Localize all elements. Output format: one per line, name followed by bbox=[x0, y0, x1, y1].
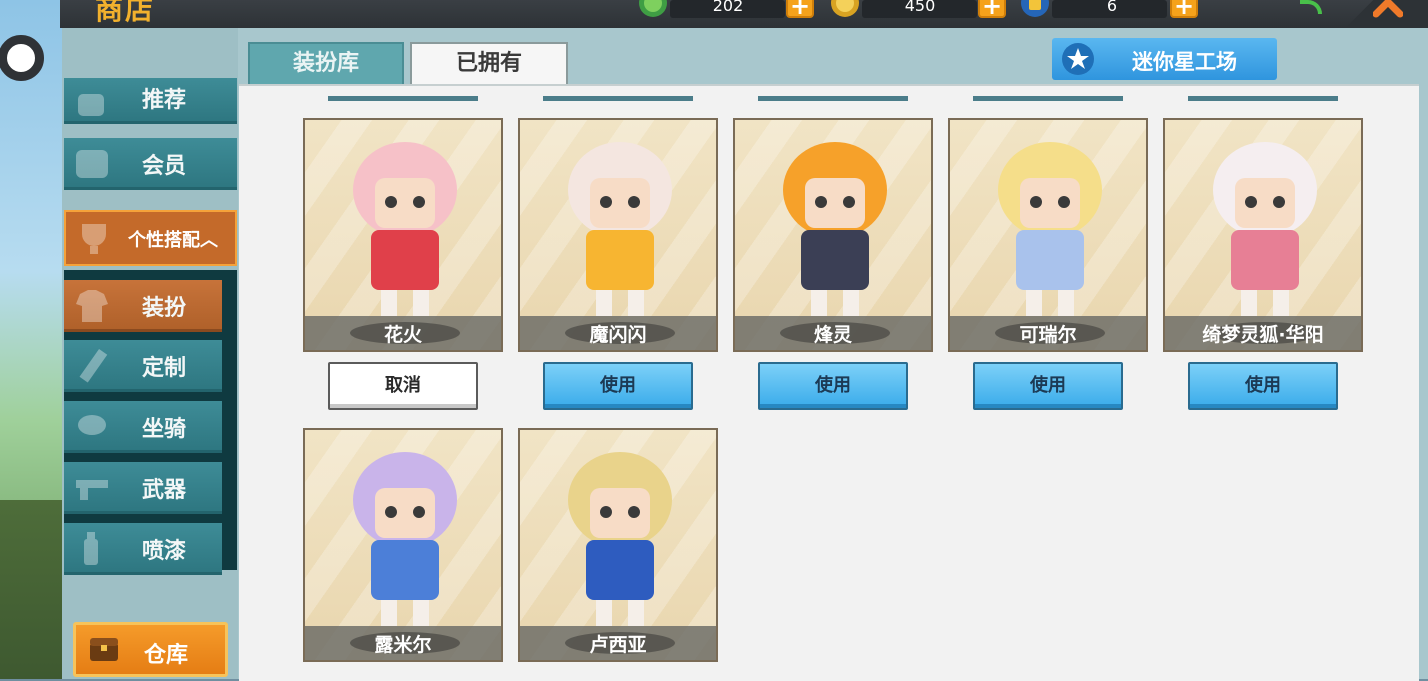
character-figure bbox=[1213, 142, 1317, 316]
skin-name: 烽灵 bbox=[813, 324, 852, 346]
use-button[interactable]: 使用 bbox=[973, 362, 1123, 410]
character-figure bbox=[783, 142, 887, 316]
skin-card[interactable]: 可瑞尔 bbox=[948, 118, 1148, 352]
tab-outfit-library[interactable]: 装扮库 bbox=[248, 42, 404, 86]
skin-card[interactable]: 露米尔 bbox=[303, 428, 503, 662]
character-figure bbox=[353, 452, 457, 626]
skin-card[interactable]: 花火 bbox=[303, 118, 503, 352]
skin-name: 露米尔 bbox=[374, 634, 432, 656]
coins-value: 450 bbox=[904, 0, 936, 15]
use-button[interactable]: 使用 bbox=[1188, 362, 1338, 410]
skin-name: 花火 bbox=[383, 324, 422, 346]
sidebar-item-outfit[interactable]: 装扮 bbox=[64, 280, 222, 332]
skin-name: 可瑞尔 bbox=[1019, 324, 1077, 346]
skin-card[interactable]: 卢西亚 bbox=[518, 428, 718, 662]
sidebar-item-spray[interactable]: 喷漆 bbox=[64, 523, 222, 575]
sidebar-item-weapon[interactable]: 武器 bbox=[64, 462, 222, 514]
skin-name: 绮梦灵狐·华阳 bbox=[1202, 324, 1324, 346]
add-tickets-button[interactable]: + bbox=[1170, 0, 1198, 18]
shirt-icon bbox=[76, 290, 108, 322]
character-figure bbox=[353, 142, 457, 316]
chest-icon bbox=[90, 638, 118, 661]
member-icon bbox=[76, 150, 108, 178]
thumb-icon bbox=[78, 94, 104, 116]
mini-star-factory-button[interactable]: 迷你星工场 bbox=[1052, 38, 1277, 80]
add-gems-button[interactable]: + bbox=[786, 0, 814, 18]
skin-card[interactable]: 绮梦灵狐·华阳 bbox=[1163, 118, 1363, 352]
shop-title: 商店 bbox=[95, 0, 156, 26]
spray-icon bbox=[84, 532, 98, 565]
tickets-value: 6 bbox=[1106, 0, 1118, 15]
close-icon[interactable] bbox=[1373, 0, 1403, 22]
sidebar-item-mount[interactable]: 坐骑 bbox=[64, 401, 222, 453]
skin-card[interactable]: 烽灵 bbox=[733, 118, 933, 352]
scenery-left bbox=[0, 500, 62, 679]
storage-button[interactable]: 仓库 bbox=[73, 622, 228, 677]
saddle-icon bbox=[78, 415, 106, 435]
character-figure bbox=[568, 142, 672, 316]
add-coins-button[interactable]: + bbox=[978, 0, 1006, 18]
cancel-button[interactable]: 取消 bbox=[328, 362, 478, 410]
skin-name: 卢西亚 bbox=[589, 634, 647, 656]
trophy-icon bbox=[82, 224, 106, 254]
gems-value: 202 bbox=[712, 0, 744, 15]
character-figure bbox=[568, 452, 672, 626]
use-button[interactable]: 使用 bbox=[758, 362, 908, 410]
sidebar-item-recommend[interactable]: 推荐 bbox=[64, 78, 237, 124]
sidebar-item-member[interactable]: 会员 bbox=[64, 138, 237, 190]
skin-name: 魔闪闪 bbox=[589, 324, 647, 346]
tab-owned[interactable]: 已拥有 bbox=[410, 42, 568, 88]
pencil-icon bbox=[79, 348, 108, 383]
sidebar-item-personal[interactable]: 个性搭配︿ bbox=[64, 210, 237, 266]
gun-icon bbox=[76, 480, 108, 500]
star-icon bbox=[1062, 43, 1094, 75]
use-button[interactable]: 使用 bbox=[543, 362, 693, 410]
character-figure bbox=[998, 142, 1102, 316]
sidebar-item-custom[interactable]: 定制 bbox=[64, 340, 222, 392]
ring-icon[interactable] bbox=[0, 35, 44, 81]
skin-card[interactable]: 魔闪闪 bbox=[518, 118, 718, 352]
